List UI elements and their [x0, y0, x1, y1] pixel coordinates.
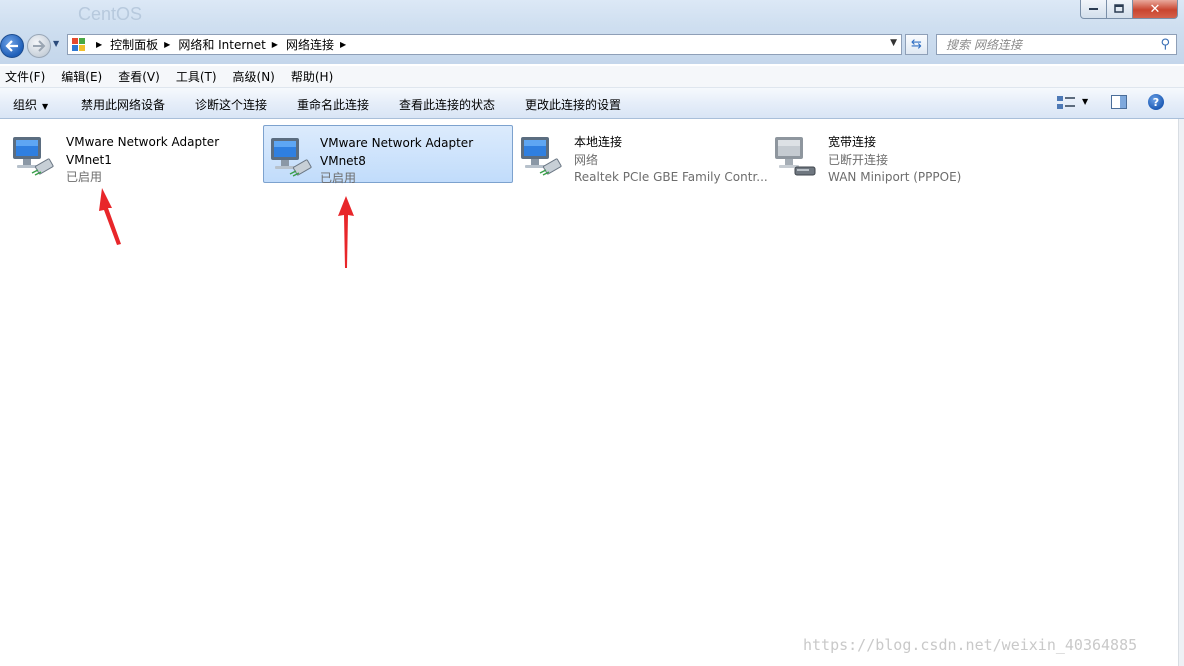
menu-edit[interactable]: 编辑(E) [61, 68, 102, 85]
adapter-device: WAN Miniport (PPPOE) [828, 170, 962, 184]
command-bar: 组织 ▼ 禁用此网络设备 诊断这个连接 重命名此连接 查看此连接的状态 更改此连接… [0, 88, 1184, 119]
adapter-text: 本地连接 网络 Realtek PCIe GBE Family Contr... [574, 134, 768, 187]
adapter-vmnet8[interactable]: VMware Network Adapter VMnet8 已启用 [263, 125, 513, 185]
close-icon: ✕ [1149, 1, 1161, 17]
minimize-button[interactable] [1080, 0, 1107, 19]
adapter-status: 已启用 [66, 170, 103, 184]
network-adapter-icon [271, 138, 312, 177]
adapter-local-connection[interactable]: 本地连接 网络 Realtek PCIe GBE Family Contr... [508, 125, 773, 184]
menu-tools[interactable]: 工具(T) [176, 68, 217, 85]
network-adapter-icon [521, 137, 562, 176]
adapter-text: VMware Network Adapter VMnet8 已启用 [320, 135, 473, 188]
watermark: https://blog.csdn.net/weixin_40364885 [803, 636, 1138, 654]
forward-arrow-icon [33, 40, 46, 52]
adapter-status: 已断开连接 [828, 152, 889, 167]
connections-view [0, 119, 1178, 666]
breadcrumb-separator-icon[interactable]: ▶ [272, 40, 278, 49]
broadband-connection-icon [775, 137, 816, 176]
search-icon[interactable]: ⚲ [1160, 37, 1170, 52]
annotation-arrow-icon [338, 196, 354, 268]
minimize-icon [1088, 8, 1098, 10]
adapter-text: 宽带连接 已断开连接 WAN Miniport (PPPOE) [828, 134, 961, 187]
maximize-button[interactable] [1107, 0, 1133, 19]
change-settings-button[interactable]: 更改此连接的设置 [525, 96, 621, 113]
window-controls: ✕ [1080, 0, 1178, 19]
chevron-down-icon: ▼ [42, 102, 49, 111]
breadcrumb-network-internet[interactable]: 网络和 Internet [178, 36, 265, 53]
background-window-title: CentOS [78, 4, 143, 24]
close-button[interactable]: ✕ [1133, 0, 1178, 19]
menu-help[interactable]: 帮助(H) [291, 68, 333, 85]
view-options-icon[interactable] [1057, 96, 1077, 110]
menu-advanced[interactable]: 高级(N) [233, 68, 275, 85]
refresh-icon: ⇆ [911, 37, 922, 52]
organize-button[interactable]: 组织 ▼ [13, 96, 48, 113]
disable-device-button[interactable]: 禁用此网络设备 [81, 96, 165, 113]
adapter-name: VMware Network Adapter [66, 135, 220, 149]
window-chrome: CentOS ✕ ▼ ▶ 控制面板 ▶ 网络和 Internet ▶ 网络连接 … [0, 0, 1184, 64]
breadcrumb-separator-icon[interactable]: ▶ [164, 40, 170, 49]
menu-bar: 文件(F) 编辑(E) 查看(V) 工具(T) 高级(N) 帮助(H) [0, 66, 1184, 88]
diagnose-connection-button[interactable]: 诊断这个连接 [195, 96, 267, 113]
adapter-device: Realtek PCIe GBE Family Contr... [574, 170, 768, 184]
preview-pane-icon[interactable] [1111, 95, 1127, 109]
adapter-network: VMnet1 [66, 152, 112, 167]
help-icon[interactable]: ? [1148, 94, 1164, 110]
adapter-vmnet1[interactable]: VMware Network Adapter VMnet1 已启用 [0, 125, 250, 184]
adapter-name: 宽带连接 [828, 135, 877, 149]
breadcrumb-separator-icon[interactable]: ▶ [340, 40, 346, 49]
menu-view[interactable]: 查看(V) [118, 68, 160, 85]
network-adapter-icon [13, 137, 54, 176]
view-status-button[interactable]: 查看此连接的状态 [399, 96, 495, 113]
chevron-down-icon[interactable]: ▼ [1082, 97, 1088, 106]
adapter-name: VMware Network Adapter [320, 136, 474, 150]
forward-button[interactable] [27, 34, 51, 58]
control-panel-icon [72, 37, 88, 52]
breadcrumb-network-connections[interactable]: 网络连接 [286, 36, 334, 53]
breadcrumb-control-panel[interactable]: 控制面板 [110, 36, 158, 53]
organize-label: 组织 [13, 98, 38, 112]
address-dropdown-icon[interactable]: ▼ [890, 38, 897, 48]
adapter-text: VMware Network Adapter VMnet1 已启用 [66, 134, 219, 187]
history-dropdown-icon[interactable]: ▼ [53, 39, 59, 48]
back-arrow-icon [5, 40, 18, 52]
address-bar[interactable]: ▶ 控制面板 ▶ 网络和 Internet ▶ 网络连接 ▶ ▼ [67, 34, 902, 55]
back-button[interactable] [0, 34, 24, 58]
adapter-name: 本地连接 [574, 135, 623, 149]
refresh-button[interactable]: ⇆ [905, 34, 928, 55]
adapter-network: VMnet8 [320, 153, 366, 168]
restore-icon [1114, 4, 1124, 13]
search-placeholder: 搜索 网络连接 [946, 38, 1022, 52]
adapter-broadband[interactable]: 宽带连接 已断开连接 WAN Miniport (PPPOE) [762, 125, 1012, 184]
adapter-status: 已启用 [320, 171, 357, 185]
adapter-network: 网络 [574, 152, 599, 167]
breadcrumb-separator-icon: ▶ [96, 40, 103, 49]
search-input[interactable]: 搜索 网络连接 ⚲ [936, 34, 1177, 55]
annotation-arrow-icon [99, 188, 121, 245]
window-right-edge [1178, 119, 1184, 666]
rename-connection-button[interactable]: 重命名此连接 [297, 96, 369, 113]
menu-file[interactable]: 文件(F) [5, 68, 45, 85]
